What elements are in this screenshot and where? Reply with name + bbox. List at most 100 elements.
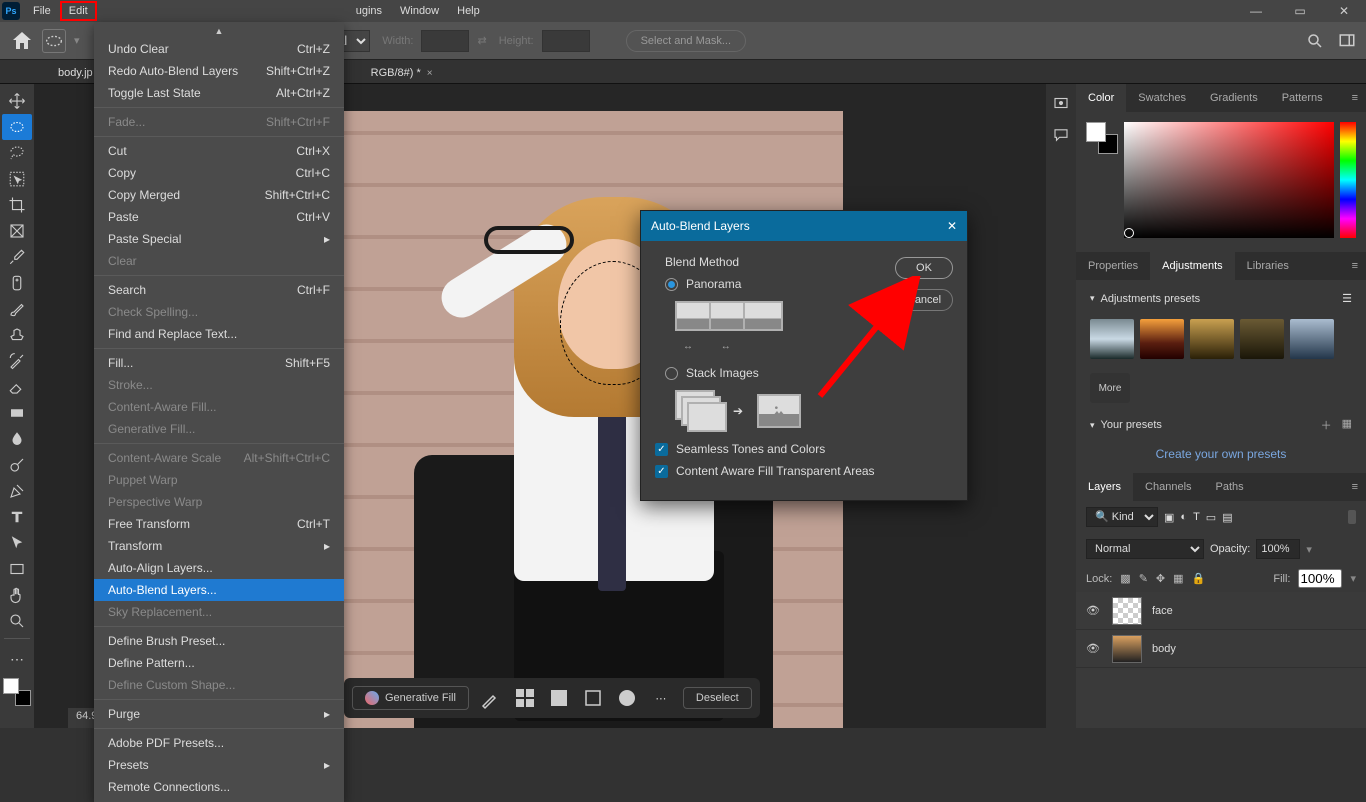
layer-row[interactable]: 👁 body: [1076, 630, 1366, 668]
layer-thumbnail[interactable]: [1112, 635, 1142, 663]
hue-slider[interactable]: [1340, 122, 1356, 238]
minimize-button[interactable]: —: [1234, 0, 1278, 22]
menu-item[interactable]: Copy MergedShift+Ctrl+C: [94, 184, 344, 206]
object-selection-tool[interactable]: [2, 166, 32, 192]
create-presets-link[interactable]: Create your own presets: [1090, 447, 1352, 461]
filter-type-icon[interactable]: T: [1193, 511, 1200, 523]
tab-gradients[interactable]: Gradients: [1198, 84, 1270, 112]
filter-smart-icon[interactable]: ▤: [1222, 511, 1232, 524]
height-field[interactable]: [542, 30, 590, 52]
menu-item[interactable]: Free TransformCtrl+T: [94, 513, 344, 535]
dialog-close-icon[interactable]: ✕: [947, 219, 957, 233]
menu-item[interactable]: Undo ClearCtrl+Z: [94, 38, 344, 60]
preset-grid-icon[interactable]: ▦: [1342, 417, 1352, 433]
layer-thumbnail[interactable]: [1112, 597, 1142, 625]
menu-edit[interactable]: Edit: [60, 1, 97, 21]
select-and-mask-button[interactable]: Select and Mask...: [626, 30, 747, 52]
workspace-icon[interactable]: [1338, 32, 1356, 50]
menu-item[interactable]: Auto-Align Layers...: [94, 557, 344, 579]
layer-name[interactable]: body: [1152, 643, 1176, 655]
menu-file[interactable]: File: [24, 1, 60, 21]
gradient-tool[interactable]: [2, 400, 32, 426]
preset-thumb[interactable]: [1290, 319, 1334, 359]
blur-tool[interactable]: [2, 426, 32, 452]
lock-pixels-icon[interactable]: ▩: [1120, 572, 1130, 585]
layer-filter-select[interactable]: 🔍 Kind: [1086, 507, 1158, 527]
preset-thumb[interactable]: [1240, 319, 1284, 359]
taskbar-brush-icon[interactable]: [479, 686, 503, 710]
restore-button[interactable]: ▭: [1278, 0, 1322, 22]
tab-patterns[interactable]: Patterns: [1270, 84, 1335, 112]
tab-properties[interactable]: Properties: [1076, 252, 1150, 280]
menu-item[interactable]: Fill...Shift+F5: [94, 352, 344, 374]
lock-artboard-icon[interactable]: ▦: [1173, 572, 1183, 585]
stack-images-radio[interactable]: [665, 367, 678, 380]
lasso-tool[interactable]: [2, 140, 32, 166]
visibility-toggle-icon[interactable]: 👁: [1086, 642, 1102, 655]
filter-toggle[interactable]: [1348, 510, 1356, 524]
menu-item[interactable]: Transform▸: [94, 535, 344, 557]
tab-libraries[interactable]: Libraries: [1235, 252, 1301, 280]
healing-brush-tool[interactable]: [2, 270, 32, 296]
tab-channels[interactable]: Channels: [1133, 473, 1203, 501]
close-window-button[interactable]: ✕: [1322, 0, 1366, 22]
tab-layers[interactable]: Layers: [1076, 473, 1133, 501]
move-tool[interactable]: [2, 88, 32, 114]
menu-item[interactable]: Remote Connections...: [94, 776, 344, 798]
panel-menu-icon[interactable]: ≡: [1344, 92, 1366, 104]
menu-item[interactable]: Presets▸: [94, 754, 344, 776]
menu-help[interactable]: Help: [448, 1, 489, 21]
layer-name[interactable]: face: [1152, 605, 1173, 617]
preset-thumb[interactable]: [1190, 319, 1234, 359]
close-tab-icon[interactable]: ×: [427, 68, 433, 79]
tab-paths[interactable]: Paths: [1204, 473, 1256, 501]
eraser-tool[interactable]: [2, 374, 32, 400]
cancel-button[interactable]: Cancel: [895, 289, 953, 311]
menu-item[interactable]: SearchCtrl+F: [94, 279, 344, 301]
menu-item[interactable]: Auto-Blend Layers...: [94, 579, 344, 601]
history-panel-icon[interactable]: [1052, 94, 1070, 112]
lock-position-icon[interactable]: ✥: [1156, 572, 1165, 585]
home-icon[interactable]: [10, 29, 34, 53]
taskbar-more-icon[interactable]: ⋯: [649, 686, 673, 710]
add-preset-icon[interactable]: ＋: [1321, 417, 1332, 433]
filter-shape-icon[interactable]: ▭: [1206, 511, 1216, 524]
menu-item[interactable]: Toggle Last StateAlt+Ctrl+Z: [94, 82, 344, 104]
preset-thumb[interactable]: [1140, 319, 1184, 359]
frame-tool[interactable]: [2, 218, 32, 244]
eyedropper-tool[interactable]: [2, 244, 32, 270]
document-tab[interactable]: RGB/8#) *×: [361, 63, 443, 83]
zoom-tool[interactable]: [2, 608, 32, 634]
hand-tool[interactable]: [2, 582, 32, 608]
search-icon[interactable]: [1306, 32, 1324, 50]
clone-stamp-tool[interactable]: [2, 322, 32, 348]
menu-item[interactable]: CutCtrl+X: [94, 140, 344, 162]
menu-item[interactable]: Purge▸: [94, 703, 344, 725]
history-brush-tool[interactable]: [2, 348, 32, 374]
more-presets-button[interactable]: More: [1090, 373, 1130, 403]
panorama-radio[interactable]: [665, 278, 678, 291]
fill-input[interactable]: [1298, 569, 1342, 588]
preset-thumb[interactable]: [1090, 319, 1134, 359]
color-field[interactable]: [1124, 122, 1334, 238]
content-aware-fill-checkbox[interactable]: ✓: [655, 465, 668, 478]
width-field[interactable]: [421, 30, 469, 52]
filter-adjust-icon[interactable]: ◐: [1180, 511, 1187, 523]
swap-wh-icon[interactable]: ⇄: [477, 34, 486, 47]
layer-row[interactable]: 👁 face: [1076, 592, 1366, 630]
menu-item[interactable]: Adobe PDF Presets...: [94, 732, 344, 754]
rectangle-tool[interactable]: [2, 556, 32, 582]
brush-tool[interactable]: [2, 296, 32, 322]
ok-button[interactable]: OK: [895, 257, 953, 279]
tool-preset-icon[interactable]: [42, 29, 66, 53]
menu-item[interactable]: Define Brush Preset...: [94, 630, 344, 652]
lock-brush-icon[interactable]: ✎: [1139, 572, 1148, 585]
type-tool[interactable]: [2, 504, 32, 530]
filter-image-icon[interactable]: ▣: [1164, 511, 1174, 524]
menu-item[interactable]: Find and Replace Text...: [94, 323, 344, 345]
your-presets-heading[interactable]: Your presets: [1101, 419, 1162, 431]
menu-item[interactable]: Define Pattern...: [94, 652, 344, 674]
panel-menu-icon[interactable]: ≡: [1344, 260, 1366, 272]
color-fgbg-swatch[interactable]: [1086, 122, 1118, 154]
comments-panel-icon[interactable]: [1052, 126, 1070, 144]
